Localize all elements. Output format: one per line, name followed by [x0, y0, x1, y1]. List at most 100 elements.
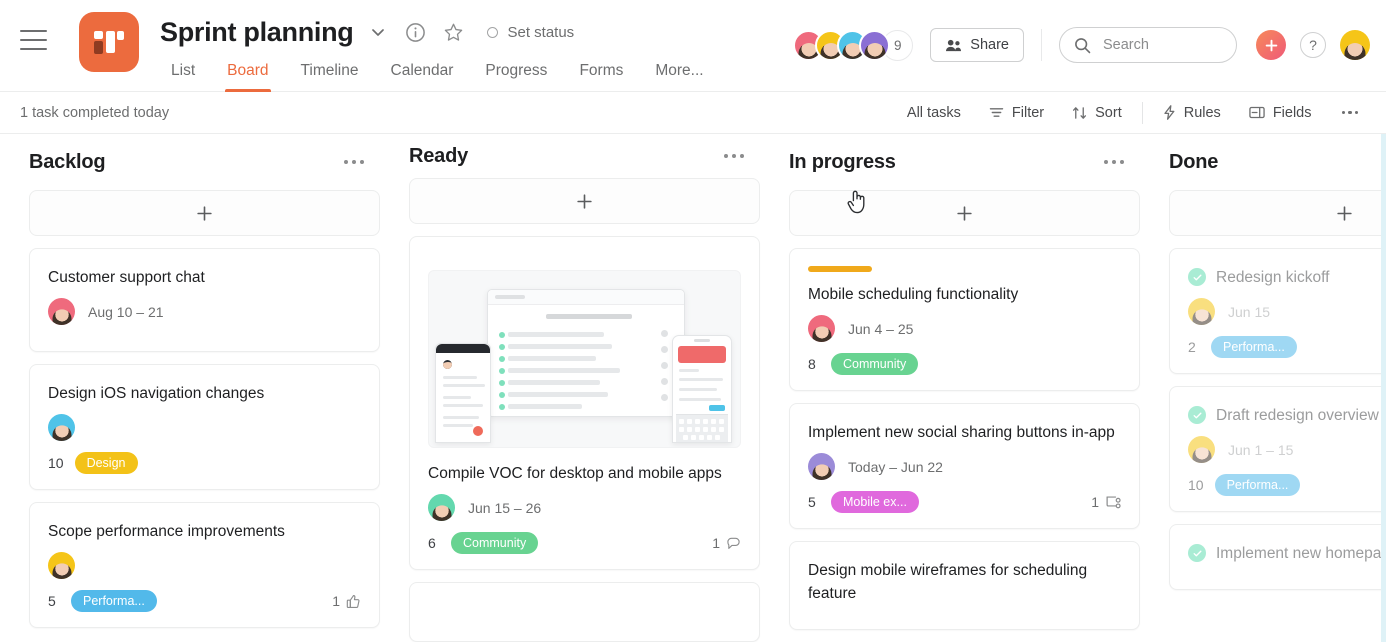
task-likes[interactable]: 1	[332, 593, 361, 609]
task-card[interactable]: Design iOS navigation changes 10 Design	[29, 364, 380, 490]
avatar[interactable]	[1188, 298, 1215, 325]
check-circle-icon[interactable]	[1188, 268, 1206, 286]
task-points: 5	[808, 494, 816, 510]
task-tag[interactable]: Community	[831, 353, 919, 375]
task-title: Draft redesign overview kickoff meeting	[1216, 407, 1386, 424]
tab-board[interactable]: Board	[211, 62, 284, 92]
tab-timeline[interactable]: Timeline	[285, 62, 375, 92]
divider	[1041, 29, 1042, 61]
task-tag[interactable]: Community	[451, 532, 539, 554]
task-meta: Jun 15 – 26	[428, 494, 741, 521]
task-title-row: Implement new homepage navigations	[1188, 542, 1386, 565]
task-tag[interactable]: Performa...	[1211, 336, 1297, 358]
avatar[interactable]	[428, 494, 455, 521]
task-date: Aug 10 – 21	[88, 303, 164, 320]
star-icon[interactable]	[441, 20, 465, 44]
task-points: 8	[808, 356, 816, 372]
tab-progress[interactable]: Progress	[469, 62, 563, 92]
task-title: Implement new social sharing buttons in-…	[808, 424, 1115, 441]
task-card[interactable]: Compile VOC for desktop and mobile apps …	[409, 236, 760, 570]
tab-more[interactable]: More...	[639, 62, 719, 92]
sort-button[interactable]: Sort	[1058, 98, 1136, 128]
column-header: Backlog	[29, 134, 380, 190]
task-card[interactable]: Design mobile wireframes for scheduling …	[789, 541, 1140, 630]
share-button[interactable]: Share	[930, 28, 1024, 62]
task-card[interactable]: Customer support chat Aug 10 – 21	[29, 248, 380, 352]
filter-button[interactable]: Filter	[975, 98, 1058, 128]
task-card[interactable]: Redesign kickoff Jun 15 2 Performa...	[1169, 248, 1386, 374]
task-tag[interactable]: Performa...	[1214, 474, 1301, 496]
task-card[interactable]	[409, 582, 760, 642]
task-points: 10	[48, 455, 64, 471]
check-circle-icon[interactable]	[1188, 406, 1206, 424]
check-circle-icon[interactable]	[1188, 544, 1206, 562]
task-comments[interactable]: 1	[712, 535, 741, 551]
rules-button[interactable]: Rules	[1149, 98, 1235, 128]
task-tag[interactable]: Mobile ex...	[831, 491, 919, 513]
filter-icon	[989, 108, 1004, 117]
task-attachment-preview[interactable]	[428, 270, 741, 448]
task-card[interactable]: Draft redesign overview kickoff meeting …	[1169, 386, 1386, 512]
tab-forms[interactable]: Forms	[563, 62, 639, 92]
task-meta: Jun 15	[1188, 298, 1386, 325]
task-footer: 10 Design	[48, 452, 361, 474]
task-card[interactable]: Mobile scheduling functionality Jun 4 – …	[789, 248, 1140, 391]
task-date: Jun 1 – 15	[1228, 441, 1294, 458]
divider	[1141, 101, 1143, 124]
tab-calendar[interactable]: Calendar	[375, 62, 470, 92]
column-title: In progress	[789, 150, 896, 173]
task-tag[interactable]: Performa...	[71, 590, 157, 612]
create-button[interactable]	[1256, 30, 1286, 60]
people-icon	[946, 39, 962, 51]
view-tabs: List Board Timeline Calendar Progress Fo…	[155, 54, 720, 92]
task-meta: Aug 10 – 21	[48, 298, 361, 325]
add-task-button-in-progress[interactable]	[789, 190, 1140, 236]
board-toolbar: 1 task completed today All tasks Filter …	[0, 92, 1386, 214]
header-actions: 9 Share Search ?	[793, 27, 1370, 63]
column-menu-button[interactable]	[718, 148, 750, 164]
avatar[interactable]	[859, 29, 891, 61]
current-user-avatar[interactable]	[1340, 30, 1370, 60]
avatar[interactable]	[808, 315, 835, 342]
more-options-button[interactable]	[1326, 110, 1371, 115]
avatar[interactable]	[48, 414, 75, 441]
app-logo-icon[interactable]	[79, 12, 139, 72]
set-status-button[interactable]: Set status	[487, 24, 574, 41]
board-column-in-progress: In progress Mobile scheduling functional…	[789, 134, 1140, 642]
avatar[interactable]	[48, 298, 75, 325]
task-card[interactable]: Implement new homepage navigations	[1169, 524, 1386, 590]
task-footer: 8 Community	[808, 353, 1121, 375]
task-subtasks[interactable]: 1	[1091, 494, 1121, 510]
avatar[interactable]	[48, 552, 75, 579]
info-icon[interactable]	[403, 20, 427, 44]
all-tasks-button[interactable]: All tasks	[893, 98, 975, 128]
chevron-down-icon[interactable]	[367, 21, 389, 43]
add-task-button-backlog[interactable]	[29, 190, 380, 236]
task-date: Jun 15	[1228, 303, 1271, 320]
task-card[interactable]: Implement new social sharing buttons in-…	[789, 403, 1140, 529]
tab-list[interactable]: List	[155, 62, 211, 92]
column-menu-button[interactable]	[1098, 154, 1130, 170]
add-task-button-done[interactable]	[1169, 190, 1386, 236]
logo-board-glyph	[94, 29, 124, 55]
add-task-button-ready[interactable]	[409, 178, 760, 224]
avatar[interactable]	[808, 453, 835, 480]
task-tag[interactable]: Design	[74, 452, 138, 474]
task-title: Mobile scheduling functionality	[808, 286, 1019, 303]
column-title: Done	[1169, 150, 1219, 173]
member-avatar-stack[interactable]: 9	[793, 29, 914, 61]
menu-line	[20, 39, 47, 41]
task-card[interactable]: Scope performance improvements 5 Perform…	[29, 502, 380, 628]
board-column-backlog: Backlog Customer support chat Aug 10 – 2…	[29, 134, 380, 642]
menu-icon[interactable]	[20, 30, 47, 50]
task-title-row: Draft redesign overview kickoff meeting	[1188, 404, 1386, 427]
fields-icon	[1249, 106, 1265, 119]
avatar[interactable]	[1188, 436, 1215, 463]
search-input[interactable]: Search	[1059, 27, 1237, 63]
column-header: Done	[1169, 134, 1386, 190]
fields-button[interactable]: Fields	[1235, 98, 1326, 128]
help-button[interactable]: ?	[1300, 32, 1326, 58]
subtask-count: 1	[1091, 494, 1099, 510]
fields-label: Fields	[1272, 104, 1312, 121]
column-menu-button[interactable]	[338, 154, 370, 170]
